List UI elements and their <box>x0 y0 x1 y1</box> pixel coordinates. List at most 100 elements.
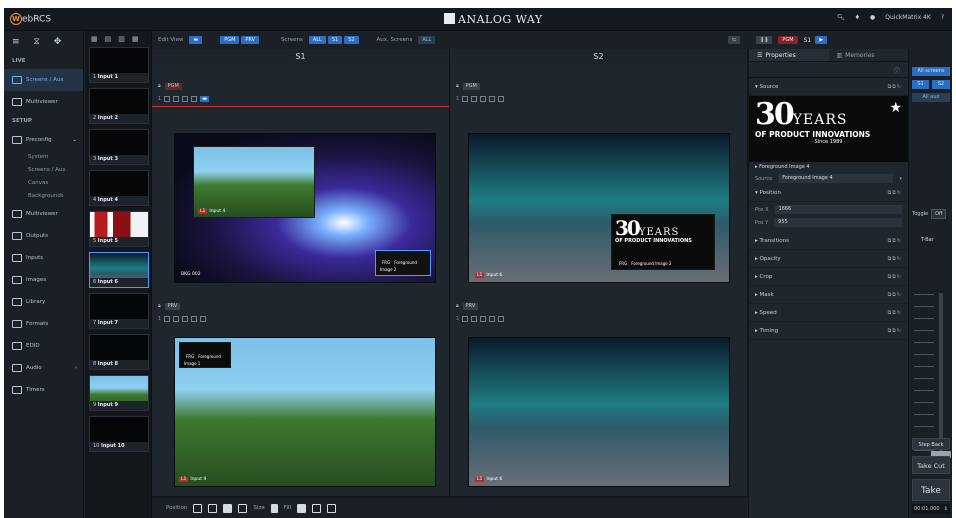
bell-icon[interactable]: ♦ <box>855 14 860 21</box>
copy-icon[interactable] <box>164 96 171 102</box>
align-left-icon[interactable] <box>193 503 203 513</box>
tab-memories[interactable]: ▥ Memories <box>829 49 909 61</box>
section-timing[interactable]: ▸ Timing ⧉⧉↻ <box>749 322 908 340</box>
help-icon[interactable]: ? <box>941 14 944 21</box>
input-thumbnail[interactable]: 6 Input 6 <box>89 252 149 288</box>
nav-item-timers[interactable]: Timers <box>4 379 83 401</box>
menu-icon[interactable]: ≡ <box>12 37 20 47</box>
nav-item-images[interactable]: Images <box>4 269 83 291</box>
prv-button[interactable]: PRV <box>241 36 260 44</box>
section-actions-icon[interactable]: ⧉⧉↻ <box>888 274 902 280</box>
user-icon[interactable]: ● <box>870 14 875 21</box>
section-transitions[interactable]: ▸ Transitions ⧉⧉↻ <box>749 232 908 250</box>
input-thumbnail[interactable]: 3 Input 3 <box>89 129 149 165</box>
section-speed[interactable]: ▸ Speed ⧉⧉↻ <box>749 304 908 322</box>
nav-subitem-screens-aux[interactable]: Screens / Aux <box>4 164 83 177</box>
settings-icon[interactable]: ✥ <box>54 37 62 47</box>
input-thumbnail[interactable]: 1 Input 1 <box>89 47 149 83</box>
section-actions-icon[interactable]: ⧉⧉↻ <box>888 310 902 316</box>
step-back-button[interactable]: Step Back <box>912 438 950 450</box>
copy-icon[interactable] <box>164 316 171 322</box>
nav-subitem-system[interactable]: System <box>4 151 83 164</box>
input-thumbnail[interactable]: 5 Input 5 <box>89 211 149 247</box>
lock-icon[interactable]: 🔒︎ <box>158 83 161 89</box>
pos-x-input[interactable]: 1666 <box>774 205 902 214</box>
paste-icon[interactable] <box>173 96 180 102</box>
screens-all-button[interactable]: ALL <box>308 36 326 44</box>
sync-button[interactable]: ⇆ <box>727 36 740 44</box>
bkg-icon[interactable] <box>480 316 487 322</box>
nav-item-screens-aux[interactable]: Screens / Aux <box>4 69 83 91</box>
toggle-switch[interactable]: Off <box>931 209 947 219</box>
lock-icon[interactable]: 🔒︎ <box>456 303 459 309</box>
align-menu-icon[interactable] <box>208 503 218 513</box>
section-actions-icon[interactable]: ⧉⧉↻ <box>888 328 902 334</box>
fill-icon[interactable] <box>498 96 505 102</box>
screens-s2-button[interactable]: S2 <box>344 36 359 44</box>
program-canvas-s2[interactable]: 30YEARS OF PRODUCT INNOVATIONS FRG Foregr… <box>468 133 730 283</box>
section-actions-icon[interactable]: ⧉⧉↻ <box>888 238 902 244</box>
input-thumbnail[interactable]: 7 Input 7 <box>89 293 149 329</box>
all-screens-button[interactable]: All screens <box>912 67 950 76</box>
frame-icon[interactable] <box>191 96 198 102</box>
layout-icon[interactable]: ▥ <box>118 35 125 43</box>
center-icon[interactable] <box>223 503 233 513</box>
fill-icon[interactable]: ▬ <box>200 96 209 102</box>
layer-foreground-2[interactable]: 30YEARS OF PRODUCT INNOVATIONS FRG Foregr… <box>611 214 715 270</box>
input-thumbnail[interactable]: 8 Input 8 <box>89 334 149 370</box>
input-thumbnail[interactable]: 9 Input 9 <box>89 375 149 411</box>
aux-all-button[interactable]: ALL <box>418 36 436 44</box>
section-source[interactable]: ▾ Source ⧉⧉↻ <box>749 78 908 96</box>
program-canvas-s1[interactable]: PGM L1Input 4 BKG 002 FRGForeground Imag… <box>174 133 436 283</box>
pos-y-input[interactable]: 955 <box>774 218 902 227</box>
screens-s1-button[interactable]: S1 <box>327 36 343 44</box>
paste-icon[interactable] <box>471 316 478 322</box>
paste-icon[interactable] <box>471 96 478 102</box>
pause-button[interactable]: ❚❚ <box>756 36 773 44</box>
lock-icon[interactable]: 🔒︎ <box>456 83 459 89</box>
nav-item-audio[interactable]: Audio › <box>4 357 83 379</box>
source-select[interactable]: Foreground Image 4 <box>778 174 894 183</box>
nav-item-outputs[interactable]: Outputs <box>4 225 83 247</box>
nav-item-edid[interactable]: EDID <box>4 335 83 357</box>
list-icon[interactable]: ▤ <box>105 35 112 43</box>
layer-foreground-2[interactable]: FRG Foreground Image 2 <box>375 250 431 276</box>
section-actions-icon[interactable]: ⧉⧉↻ <box>888 256 902 262</box>
fit-icon[interactable] <box>312 503 322 513</box>
input-thumbnail[interactable]: 10 Input 10 <box>89 416 149 452</box>
bkg-icon[interactable] <box>182 96 189 102</box>
frame-icon[interactable] <box>489 96 496 102</box>
frame-icon[interactable] <box>191 316 198 322</box>
stepper-icon[interactable]: ⇕ <box>944 506 948 512</box>
layer-foreground-1[interactable]: FRG Foreground Image 1 <box>179 342 231 368</box>
rail-s1-button[interactable]: S1 <box>912 80 929 89</box>
rail-s2-button[interactable]: S2 <box>932 80 950 89</box>
take-button[interactable]: Take <box>912 479 950 501</box>
preview-canvas-s1[interactable]: FRG Foreground Image 1 L1 Input 9 <box>174 337 436 487</box>
nav-item-preconfig[interactable]: Preconfig ⌄ <box>4 129 83 151</box>
fill-icon[interactable] <box>498 316 505 322</box>
stretch-icon[interactable] <box>327 503 337 513</box>
user-name[interactable]: QuickMatrix 4K <box>885 14 931 21</box>
chevron-down-icon[interactable]: ⌄ <box>72 137 77 143</box>
nav-item-formats[interactable]: Formats <box>4 313 83 335</box>
filter-icon[interactable]: ⧖ <box>34 37 40 47</box>
paste-icon[interactable] <box>173 316 180 322</box>
nav-subitem-backgrounds[interactable]: Backgrounds <box>4 190 83 203</box>
nav-item-multiviewer[interactable]: Multiviewer <box>4 91 83 113</box>
all-aux-button[interactable]: All aux <box>912 93 950 102</box>
transition-duration[interactable]: 00:01.000 ⇕ <box>912 504 950 514</box>
section-actions-icon[interactable]: ⧉⧉↻ <box>888 84 902 90</box>
chevron-right-icon[interactable]: › <box>75 365 77 371</box>
input-thumbnail[interactable]: 2 Input 2 <box>89 88 149 124</box>
lock-icon[interactable]: 🔒︎ <box>158 303 161 309</box>
frame-icon[interactable] <box>489 316 496 322</box>
section-actions-icon[interactable]: ⧉⧉↻ <box>888 190 902 196</box>
grid-icon[interactable]: ▦ <box>91 35 98 43</box>
fill-icon[interactable] <box>297 503 307 513</box>
copy-icon[interactable] <box>462 316 469 322</box>
align-right-icon[interactable] <box>238 503 248 513</box>
take-cut-button[interactable]: Take Cut <box>912 456 950 474</box>
nav-subitem-canvas[interactable]: Canvas <box>4 177 83 190</box>
section-crop[interactable]: ▸ Crop ⧉⧉↻ <box>749 268 908 286</box>
